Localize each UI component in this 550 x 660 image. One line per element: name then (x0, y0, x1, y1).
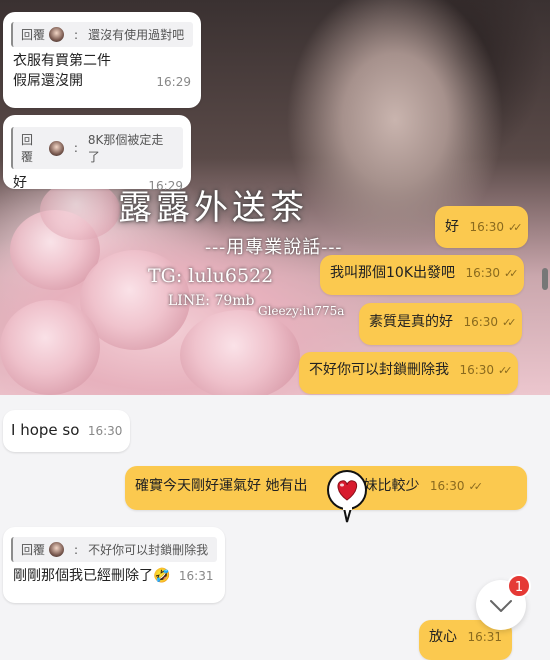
unread-count-badge: 1 (507, 574, 531, 598)
reply-separator: : (74, 542, 79, 557)
background-subtitle: ---用專業說話--- (205, 237, 343, 258)
message-time: 16:29 (156, 75, 191, 89)
background-gleezy: Gleezy:lu775a (258, 304, 345, 318)
message-time: 16:30 (465, 266, 501, 280)
incoming-message[interactable]: I hope so 16:30 (3, 410, 131, 452)
background-line: LINE: 79mb (168, 293, 255, 309)
incoming-message[interactable]: 回覆 : 8K那個被定走了 好 16:29 (3, 115, 191, 193)
message-time: 16:31 (178, 569, 214, 583)
message-text: 不好你可以封鎖刪除我 (309, 362, 449, 378)
scrollbar-thumb[interactable] (542, 268, 548, 290)
message-text: 剛剛那個我已經刪除了🤣 (13, 568, 171, 584)
incoming-message[interactable]: 回覆 : 不好你可以封鎖刪除我 剛剛那個我已經刪除了🤣 16:31 (3, 527, 225, 603)
message-time: 16:30 (87, 424, 123, 438)
message-text: 好 (445, 219, 459, 235)
outgoing-message[interactable]: 我叫那個10K出發吧 16:30 ✓✓ (320, 255, 525, 295)
message-time: 16:30 (469, 220, 505, 234)
reply-quote[interactable]: 回覆 : 還沒有使用過對吧 (11, 22, 193, 47)
outgoing-message[interactable]: 不好你可以封鎖刪除我 16:30 ✓✓ (299, 352, 519, 394)
avatar (49, 542, 65, 557)
reply-label: 回覆 (21, 543, 46, 557)
message-text: 素質是真的好 (369, 314, 453, 330)
reply-separator: : (74, 27, 79, 42)
reply-separator: : (73, 141, 78, 155)
reply-text: 8K那個被定走了 (87, 133, 164, 164)
background-tg: TG: lulu6522 (148, 265, 274, 287)
read-receipt-icon: ✓✓ (504, 267, 519, 280)
reply-text: 還沒有使用過對吧 (88, 28, 185, 42)
message-text: 衣服有買第二件 (13, 53, 111, 69)
rose-decoration (180, 310, 300, 395)
reply-text: 不好你可以封鎖刪除我 (88, 543, 209, 557)
message-text: 我叫那個10K出發吧 (330, 265, 455, 281)
message-time: 16:30 (459, 363, 495, 377)
avatar (49, 27, 65, 42)
reply-quote[interactable]: 回覆 : 不好你可以封鎖刪除我 (11, 537, 217, 562)
message-time: 16:31 (467, 630, 503, 644)
outgoing-message[interactable]: 素質是真的好 16:30 ✓✓ (359, 303, 523, 345)
reply-label: 回覆 (21, 133, 34, 164)
read-receipt-icon: ✓✓ (468, 480, 484, 493)
incoming-message[interactable]: 回覆 : 還沒有使用過對吧 衣服有買第二件 假屌還沒開 16:29 (3, 12, 201, 108)
read-receipt-icon: ✓✓ (508, 221, 523, 234)
message-time: 16:29 (148, 179, 183, 193)
heart-sticker-icon (326, 468, 368, 523)
reply-label: 回覆 (21, 28, 46, 42)
read-receipt-icon: ✓✓ (498, 364, 513, 377)
avatar (48, 140, 64, 156)
message-text: 確實今天剛好運氣好 她有出 (135, 478, 308, 494)
reply-quote[interactable]: 回覆 : 8K那個被定走了 (11, 127, 183, 169)
outgoing-message[interactable]: 好 16:30 ✓✓ (435, 206, 529, 248)
read-receipt-icon: ✓✓ (502, 316, 517, 329)
message-text: I hope so (11, 421, 80, 439)
rose-decoration (0, 300, 100, 395)
message-time: 16:30 (463, 315, 499, 329)
message-time: 16:30 (429, 479, 465, 493)
